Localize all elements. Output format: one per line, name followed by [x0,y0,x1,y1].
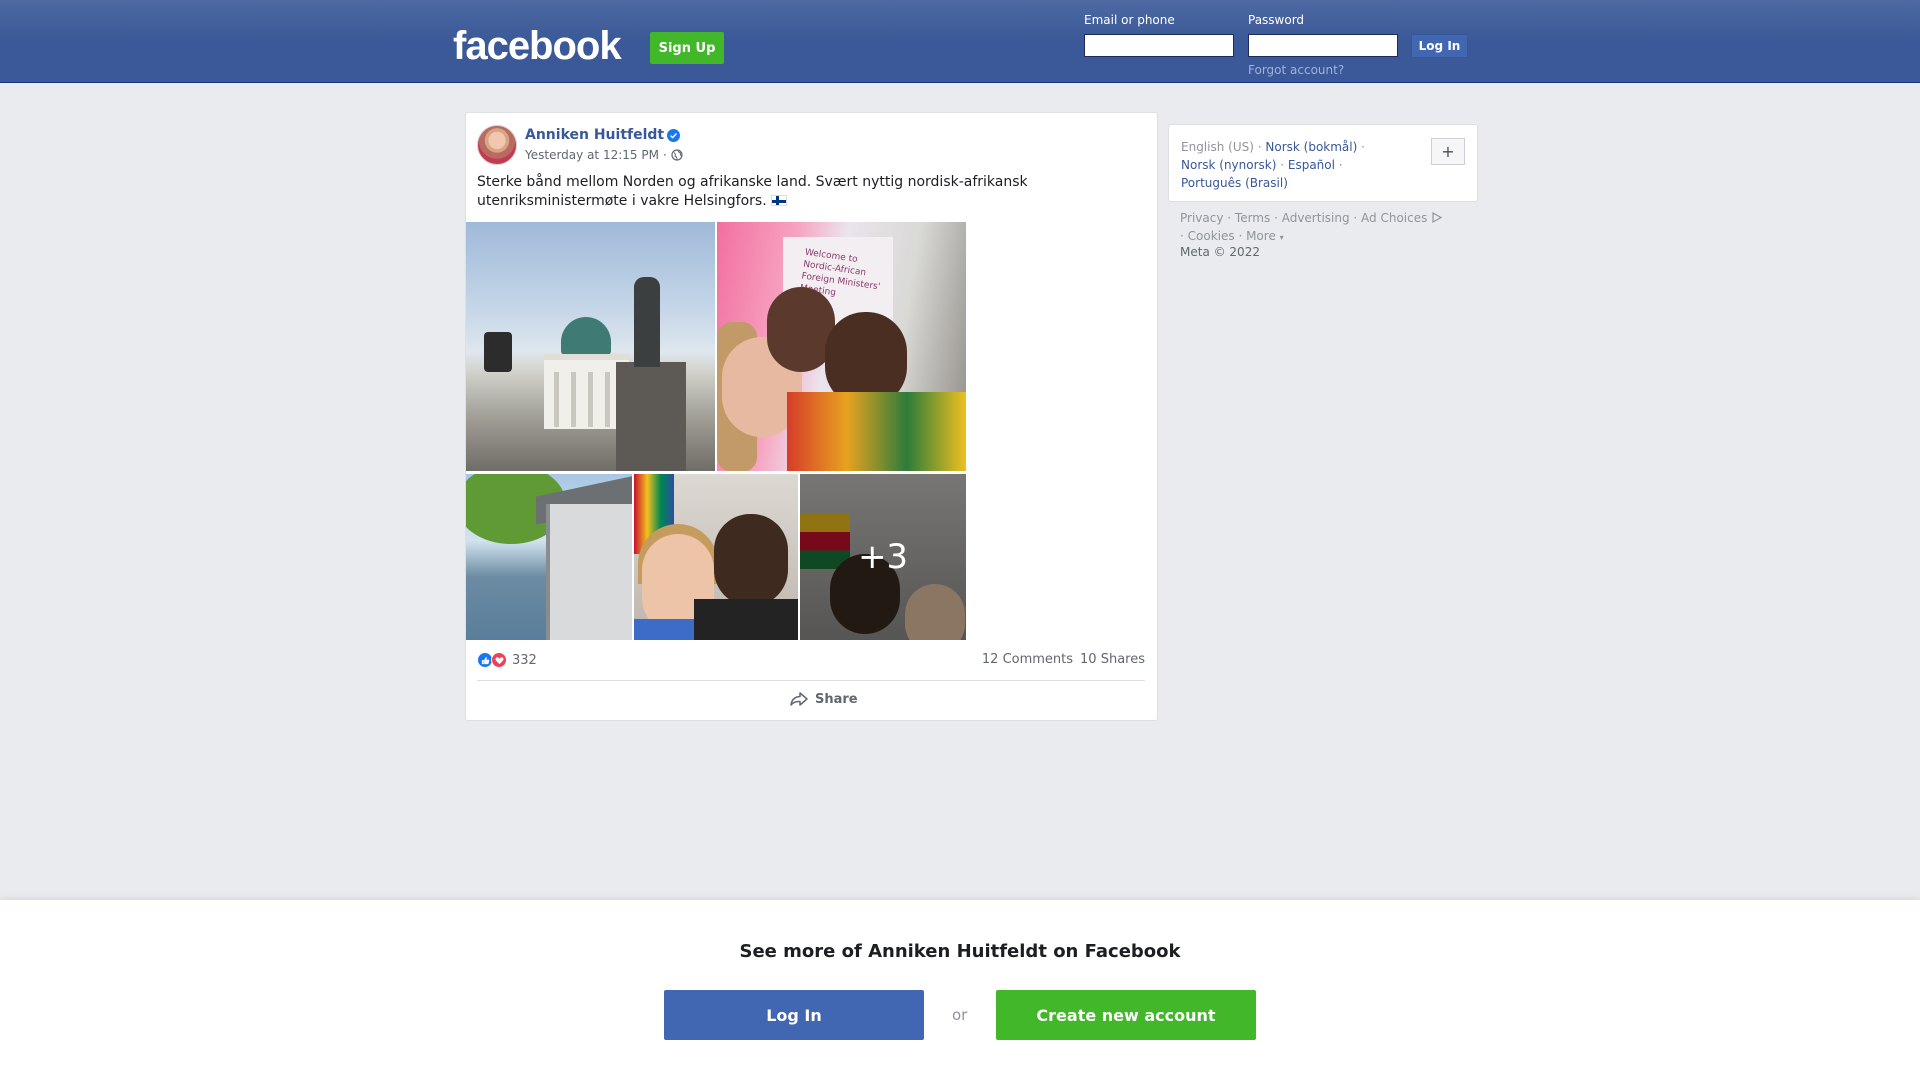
share-icon [790,692,808,706]
facebook-logo[interactable]: facebook [453,24,622,69]
column [588,372,593,427]
post-body: Sterke bånd mellom Norden og afrikanske … [477,174,1028,209]
signup-button[interactable]: Sign Up [650,32,724,64]
divider [477,680,1145,681]
language-option[interactable]: Español [1288,158,1335,172]
post-text: Sterke bånd mellom Norden og afrikanske … [477,173,1137,211]
post-author: Anniken Huitfeldt [525,127,681,143]
language-option[interactable]: Norsk (nynorsk) [1181,158,1276,172]
password-label: Password [1248,13,1305,27]
footer-links: Privacy · Terms · Advertising · Ad Choic… [1180,209,1480,247]
meta-separator: · [662,148,667,162]
photo-2[interactable]: Welcome to Nordic-African Foreign Minist… [717,222,966,471]
engagement-counts: 12 Comments 10 Shares [982,652,1145,667]
create-account-button[interactable]: Create new account [996,990,1256,1040]
header-login-button[interactable]: Log In [1411,34,1468,58]
cathedral-dome [561,317,611,355]
column [554,372,559,427]
add-language-button[interactable]: + [1431,138,1465,165]
photo-1[interactable] [466,222,715,471]
privacy-link[interactable]: Privacy [1180,211,1223,225]
street-lamp [484,332,512,372]
person-clothing [694,599,798,640]
photo-3[interactable] [466,474,632,640]
post-meta: Yesterday at 12:15 PM · [525,148,683,162]
house [546,504,632,640]
post-card: Anniken Huitfeldt Yesterday at 12:15 PM … [465,112,1158,721]
banner-login-button[interactable]: Log In [664,990,924,1040]
language-selector: English (US) · Norsk (bokmål) · Norsk (n… [1168,124,1478,202]
globe-icon [671,149,683,161]
photo-5-more[interactable]: +3 [800,474,966,640]
comments-count-link[interactable]: 12 Comments [982,652,1073,667]
reaction-count: 332 [512,652,537,668]
ad-choices-link[interactable]: Ad Choices [1361,211,1427,225]
verified-badge-icon [667,128,681,142]
caret-down-icon: ▾ [1279,233,1284,242]
avatar[interactable] [477,125,517,165]
finland-flag-icon [771,195,788,206]
cookies-link[interactable]: Cookies [1188,229,1235,243]
column [605,372,610,427]
statue-base [616,362,686,471]
language-option[interactable]: Português (Brasil) [1181,176,1288,190]
ad-choices-icon [1432,211,1443,224]
language-option[interactable]: Norsk (bokmål) [1265,140,1357,154]
post-timestamp[interactable]: Yesterday at 12:15 PM [525,148,659,162]
photo-4[interactable] [634,474,798,640]
advertising-link[interactable]: Advertising [1282,211,1350,225]
copyright: Meta © 2022 [1180,245,1260,259]
current-language: English (US) [1181,140,1254,154]
email-field[interactable] [1084,34,1234,57]
forgot-account-link[interactable]: Forgot account? [1248,63,1344,77]
language-list: English (US) · Norsk (bokmål) · Norsk (n… [1181,140,1365,190]
more-link[interactable]: More [1246,229,1276,243]
terms-link[interactable]: Terms [1235,211,1270,225]
banner-title: See more of Anniken Huitfeldt on Faceboo… [739,941,1181,962]
password-field[interactable] [1248,34,1398,57]
top-navigation-bar: facebook Sign Up Email or phone Password… [0,0,1920,83]
shares-count-link[interactable]: 10 Shares [1080,652,1145,667]
reactions-summary[interactable]: 332 [477,652,537,668]
person-face [714,514,788,606]
author-name-link[interactable]: Anniken Huitfeldt [525,127,664,143]
email-label: Email or phone [1084,13,1175,27]
or-separator: or [952,1006,968,1024]
scarf [787,392,966,471]
login-prompt-banner [0,900,1920,1080]
share-button[interactable]: Share [789,691,858,707]
column [571,372,576,427]
more-photos-overlay[interactable]: +3 [800,474,966,640]
love-reaction-icon [491,652,507,668]
share-label: Share [815,691,858,707]
statue [634,277,660,367]
